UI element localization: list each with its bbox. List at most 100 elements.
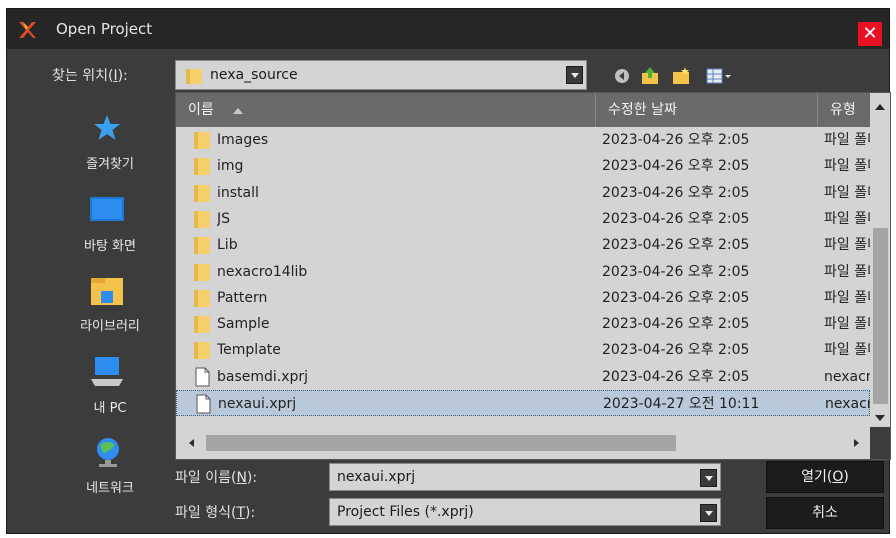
title-bar[interactable]: Open Project ✕ (7, 9, 889, 49)
file-type-cell: 파일 폴더 (824, 184, 870, 201)
back-icon[interactable] (612, 66, 634, 86)
scrollbar-corner (870, 427, 890, 459)
file-type-cell: nexacro (825, 396, 871, 412)
place-network[interactable]: 네트워크 (55, 425, 165, 505)
file-name-combobox[interactable]: nexaui.xprj (329, 463, 721, 491)
column-header-name[interactable]: 이름 (176, 93, 596, 127)
file-name-cell: basemdi.xprj (217, 368, 309, 385)
scroll-left-icon[interactable] (189, 439, 194, 447)
cancel-button[interactable]: 취소 (766, 497, 884, 529)
file-name-cell: Pattern (217, 289, 268, 306)
open-project-dialog: Open Project ✕ 찾는 위치(I): nexa_source 즐겨찾… (6, 8, 891, 534)
scroll-up-icon[interactable] (875, 104, 885, 110)
table-row[interactable]: Images 2023-04-26 오후 2:05 파일 폴더 (176, 127, 870, 153)
nexacro-logo-icon (19, 22, 36, 38)
folder-icon (194, 263, 210, 281)
window-title: Open Project (56, 20, 153, 38)
file-name-value: nexaui.xprj (337, 469, 416, 485)
table-row[interactable]: nexacro14lib 2023-04-26 오후 2:05 파일 폴더 (176, 259, 870, 285)
place-my-pc[interactable]: 내 PC (55, 345, 165, 425)
file-type-cell: 파일 폴더 (824, 132, 870, 148)
file-type-cell: 파일 폴더 (824, 237, 870, 254)
folder-icon (186, 69, 202, 84)
look-in-value: nexa_source (210, 67, 298, 83)
table-row[interactable]: Pattern 2023-04-26 오후 2:05 파일 폴더 (176, 285, 870, 311)
folder-icon (194, 132, 210, 149)
file-type-value: Project Files (*.xprj) (337, 504, 474, 520)
file-name-label: 파일 이름(N): (175, 470, 258, 486)
file-icon (196, 394, 211, 414)
vertical-scrollbar[interactable] (870, 93, 890, 425)
folder-icon (194, 158, 210, 176)
table-row[interactable]: Sample 2023-04-26 오후 2:05 파일 폴더 (176, 311, 870, 337)
place-library[interactable]: 라이브러리 (55, 265, 165, 345)
place-label: 네트워크 (86, 481, 134, 496)
folder-icon (194, 237, 210, 255)
file-name-cell: nexaui.xprj (218, 396, 297, 412)
column-header-date[interactable]: 수정한 날짜 (596, 93, 818, 127)
horizontal-scroll-thumb[interactable] (206, 435, 676, 451)
file-date-cell: 2023-04-26 오후 2:05 (602, 342, 750, 359)
scroll-right-icon[interactable] (854, 439, 859, 447)
file-list[interactable]: 이름 수정한 날짜 유형 Images 2023-04-26 오후 2:05 파일 … (175, 92, 891, 460)
close-button[interactable]: ✕ (858, 22, 882, 46)
look-in-label: 찾는 위치(I): (52, 68, 128, 84)
file-type-combobox[interactable]: Project Files (*.xprj) (329, 498, 721, 526)
table-row[interactable]: nexaui.xprj 2023-04-27 오전 10:11 nexacro (176, 390, 871, 416)
file-type-cell: 파일 폴더 (824, 342, 870, 359)
view-menu-icon[interactable] (705, 66, 733, 86)
chevron-down-icon[interactable] (700, 504, 717, 522)
table-row[interactable]: install 2023-04-26 오후 2:05 파일 폴더 (176, 180, 870, 206)
file-date-cell: 2023-04-26 오후 2:05 (602, 132, 750, 148)
file-name-cell: JS (217, 210, 231, 227)
table-row[interactable]: img 2023-04-26 오후 2:05 파일 폴더 (176, 153, 870, 179)
file-date-cell: 2023-04-26 오후 2:05 (602, 263, 750, 280)
open-button[interactable]: 열기(O) (766, 461, 884, 493)
new-folder-icon[interactable] (670, 66, 692, 86)
folder-icon (194, 289, 210, 307)
look-in-combobox[interactable]: nexa_source (175, 60, 587, 90)
vertical-scroll-thumb[interactable] (873, 228, 888, 404)
place-favorites[interactable]: 즐겨찾기 (55, 105, 165, 185)
file-icon (195, 367, 210, 387)
library-icon (91, 278, 123, 305)
file-date-cell: 2023-04-27 오전 10:11 (603, 396, 760, 412)
file-type-cell: 파일 폴더 (824, 210, 870, 227)
chevron-down-icon[interactable] (566, 66, 583, 84)
file-name-cell: img (217, 158, 244, 175)
close-icon: ✕ (862, 23, 878, 44)
file-name-cell: nexacro14lib (217, 263, 308, 280)
file-date-cell: 2023-04-26 오후 2:05 (602, 184, 750, 201)
place-desktop[interactable]: 바탕 화면 (55, 185, 165, 265)
horizontal-scrollbar[interactable] (176, 427, 870, 459)
file-type-cell: 파일 폴더 (824, 316, 870, 333)
place-label: 내 PC (93, 401, 127, 416)
file-name-cell: install (217, 184, 259, 201)
up-folder-icon[interactable] (640, 66, 662, 86)
file-name-cell: Sample (217, 316, 270, 333)
file-date-cell: 2023-04-26 오후 2:05 (602, 158, 750, 175)
table-row[interactable]: JS 2023-04-26 오후 2:05 파일 폴더 (176, 206, 870, 232)
file-type-cell: 파일 폴더 (824, 158, 870, 175)
file-type-label: 파일 형식(T): (175, 505, 256, 521)
file-date-cell: 2023-04-26 오후 2:05 (602, 237, 750, 254)
file-type-cell: 파일 폴더 (824, 289, 870, 306)
file-date-cell: 2023-04-26 오후 2:05 (602, 210, 750, 227)
table-row[interactable]: Lib 2023-04-26 오후 2:05 파일 폴더 (176, 232, 870, 258)
file-date-cell: 2023-04-26 오후 2:05 (602, 316, 750, 333)
sort-ascending-icon (233, 108, 243, 114)
chevron-down-icon[interactable] (700, 469, 717, 487)
place-label: 바탕 화면 (84, 239, 136, 254)
folder-icon (194, 210, 210, 228)
file-type-cell: 파일 폴더 (824, 263, 870, 280)
folder-icon (194, 316, 210, 334)
scroll-down-icon[interactable] (875, 415, 885, 421)
table-row[interactable]: basemdi.xprj 2023-04-26 오후 2:05 nexacro (176, 364, 870, 390)
desktop-icon (90, 197, 124, 221)
network-icon (97, 438, 119, 467)
pc-icon (91, 357, 123, 386)
folder-icon (194, 184, 210, 202)
file-name-cell: Lib (217, 237, 238, 254)
table-row[interactable]: Template 2023-04-26 오후 2:05 파일 폴더 (176, 337, 870, 363)
file-date-cell: 2023-04-26 오후 2:05 (602, 368, 750, 385)
